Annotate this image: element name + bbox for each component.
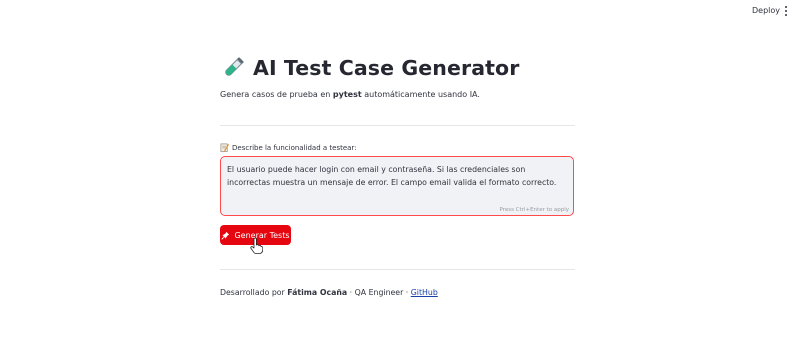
pushpin-icon (221, 231, 230, 240)
top-bar: Deploy (0, 0, 796, 24)
apply-hint: Press Ctrl+Enter to apply (499, 207, 569, 213)
memo-icon (220, 143, 229, 152)
github-link[interactable]: GitHub (411, 288, 438, 297)
page-title: AI Test Case Generator (220, 55, 519, 81)
divider (220, 269, 575, 270)
textarea-label: Describe la funcionalidad a testear: (220, 143, 357, 152)
subtitle: Genera casos de prueba en pytest automát… (220, 90, 480, 99)
footer: Desarrollado por Fátima Ocaña · QA Engin… (220, 288, 438, 297)
textarea-value[interactable]: El usuario puede hacer login con email y… (227, 164, 563, 189)
title-text: AI Test Case Generator (253, 56, 520, 80)
test-tube-icon (225, 57, 244, 76)
divider (220, 125, 575, 126)
description-textarea[interactable]: El usuario puede hacer login con email y… (220, 156, 574, 216)
hand-cursor-icon (250, 238, 263, 254)
more-vertical-icon[interactable] (784, 6, 787, 16)
deploy-button[interactable]: Deploy (752, 6, 780, 15)
